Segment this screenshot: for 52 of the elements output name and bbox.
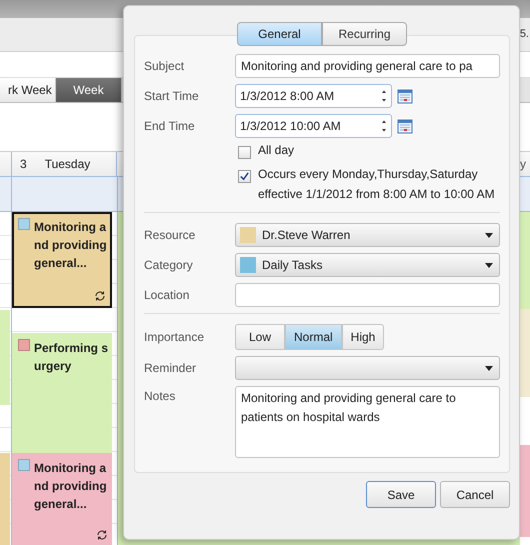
appointment-block[interactable] <box>520 309 530 397</box>
location-field[interactable] <box>235 283 500 307</box>
all-day-checkbox[interactable] <box>238 146 251 159</box>
end-time-field[interactable]: 1/3/2012 10:00 AM <box>235 114 392 138</box>
appointment-subject: Performing surgery <box>34 340 108 375</box>
appointment-block[interactable] <box>0 453 10 545</box>
appointment[interactable]: Monitoring and providing general... <box>12 212 112 308</box>
subject-field[interactable]: Monitoring and providing general care to pa <box>235 54 500 78</box>
caret-icon <box>485 366 493 370</box>
field-label: Resource <box>144 228 196 242</box>
view-tab[interactable]: rk Week <box>0 78 56 102</box>
calendar-icon[interactable] <box>397 88 413 104</box>
reminder-dropdown[interactable] <box>235 356 500 380</box>
day-number: 3 <box>20 156 27 171</box>
dialog-tab[interactable]: Recurring <box>322 22 407 46</box>
day-name: Tuesday <box>44 156 90 171</box>
appointment-block[interactable] <box>520 212 530 309</box>
spinner-icon[interactable] <box>381 89 387 103</box>
dialog-tab[interactable]: General <box>237 22 322 46</box>
view-tab[interactable]: Week <box>56 78 122 102</box>
spinner-icon[interactable] <box>381 119 387 133</box>
importance-option[interactable]: High <box>342 324 384 350</box>
recurrence-text: Occurs every Monday,Thursday,Saturday effective 1/1/2012 from 8:00 AM to 10:00 AM <box>258 166 496 203</box>
field-label: Notes <box>144 388 176 403</box>
appointment-subject: Monitoring and providing general... <box>34 219 108 272</box>
field-label: Start Time <box>144 89 200 103</box>
field-label: Subject <box>144 59 186 73</box>
field-label: Importance <box>144 330 206 344</box>
calendar-icon[interactable] <box>397 118 413 134</box>
field-label: Location <box>144 288 190 302</box>
start-time-field[interactable]: 1/3/2012 8:00 AM <box>235 84 392 108</box>
appointment-block[interactable] <box>0 310 10 405</box>
resource-dropdown[interactable]: Dr.Steve Warren <box>235 223 500 247</box>
appointment-block[interactable] <box>520 445 530 537</box>
notes-field[interactable]: Monitoring and providing general care to patients on hospital wards <box>235 386 500 458</box>
importance-option[interactable]: Low <box>235 324 285 350</box>
importance-option[interactable]: Normal <box>285 324 342 350</box>
appointment[interactable]: Monitoring and providing general... <box>12 453 112 545</box>
day-name: y <box>520 156 526 171</box>
category-dropdown[interactable]: Daily Tasks <box>235 253 500 277</box>
caret-icon <box>485 232 493 238</box>
appointment[interactable]: Performing surgery <box>12 333 112 453</box>
caret-icon <box>485 262 493 268</box>
field-label: End Time <box>144 119 196 133</box>
dialog-button[interactable]: Cancel <box>440 481 510 508</box>
appointment-subject: Monitoring and providing general... <box>34 460 108 513</box>
field-label: Category <box>144 258 194 272</box>
field-label: Reminder <box>144 361 198 375</box>
toolbar-text: 5. <box>520 28 530 40</box>
dialog-button[interactable]: Save <box>366 481 436 508</box>
recurrence-checkbox[interactable] <box>238 170 251 183</box>
checkbox-label: All day <box>258 142 294 159</box>
